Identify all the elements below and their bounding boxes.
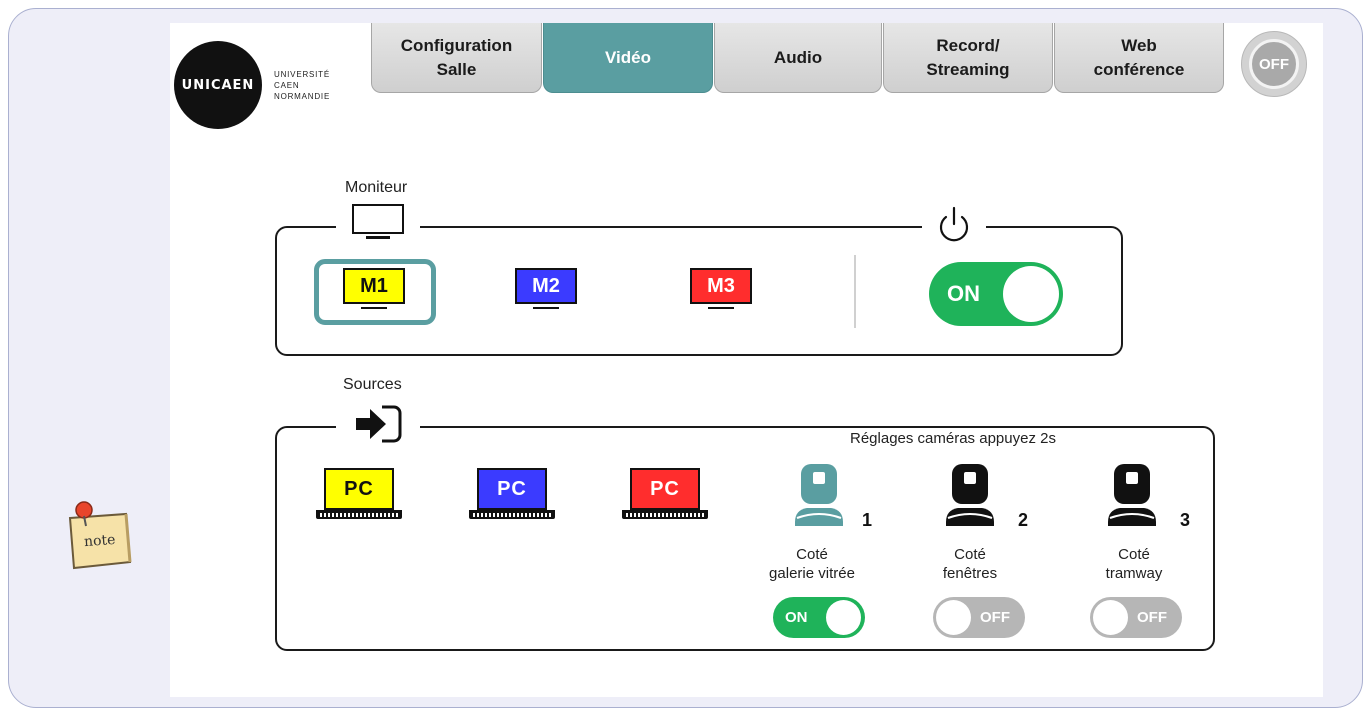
camera-hint-text: Réglages caméras appuyez 2s: [850, 429, 1056, 447]
monitor-stand: [361, 307, 387, 309]
logo-line: NORMANDIE: [274, 92, 331, 101]
tab-audio[interactable]: Audio: [714, 23, 882, 93]
sources-group: [275, 426, 1215, 651]
monitor-stand: [708, 307, 734, 309]
input-source-icon: [336, 402, 420, 446]
toggle-knob: [936, 600, 971, 635]
ptz-camera-icon: [795, 464, 843, 526]
monitor-m3-button[interactable]: M3: [690, 268, 752, 309]
monitor-m1-screen: M1: [343, 268, 405, 304]
tab-record-streaming[interactable]: Record/ Streaming: [883, 23, 1053, 93]
system-off-button[interactable]: OFF: [1241, 31, 1307, 97]
source-pc-2-button[interactable]: PC: [469, 468, 555, 519]
power-icon: [922, 204, 986, 244]
toggle-knob: [826, 600, 861, 635]
monitor-m3-screen: M3: [690, 268, 752, 304]
logo-line: UNIVERSITÉ: [274, 70, 331, 79]
toggle-knob: [1093, 600, 1128, 635]
ptz-camera-icon: [1108, 464, 1156, 526]
unicaen-logo: UNICAEN: [174, 41, 262, 129]
camera-3-number: 3: [1180, 510, 1191, 530]
camera-3-caption-line1: Coté: [1118, 546, 1150, 563]
camera-3-caption-line2: tramway: [1105, 565, 1163, 582]
camera-1-caption: Coté galerie vitrée: [748, 545, 876, 583]
note-label: note: [84, 532, 116, 550]
monitor-m3-label: M3: [707, 274, 735, 297]
monitor-m2-screen: M2: [515, 268, 577, 304]
logo-mark: UNICAEN: [181, 77, 255, 93]
sources-group-title: Sources: [343, 376, 402, 393]
camera-2-toggle[interactable]: OFF: [933, 597, 1025, 638]
tab-video[interactable]: Vidéo: [543, 23, 713, 93]
camera-2-number: 2: [1018, 510, 1029, 530]
camera-1-caption-line1: Coté: [796, 546, 828, 563]
camera-3-button[interactable]: [1104, 460, 1160, 532]
source-pc-3-button[interactable]: PC: [622, 468, 708, 519]
monitor-group-title: Moniteur: [345, 179, 408, 196]
tab-configuration-salle[interactable]: Configuration Salle: [371, 23, 542, 93]
ptz-camera-icon: [946, 464, 994, 526]
monitor-m1-button[interactable]: M1: [343, 268, 405, 309]
toggle-knob: [1003, 266, 1059, 322]
note-icon[interactable]: note: [66, 500, 134, 572]
pc-2-screen: PC: [477, 468, 547, 510]
laptop-keyboard: [316, 510, 402, 519]
toggle-on-label: ON: [947, 281, 980, 306]
monitor-m2-button[interactable]: M2: [515, 268, 577, 309]
off-label: OFF: [1249, 39, 1299, 89]
camera-2-caption-line1: Coté: [954, 546, 986, 563]
pc-3-screen: PC: [630, 468, 700, 510]
pc-3-label: PC: [650, 477, 680, 500]
camera-1-button[interactable]: [791, 460, 847, 532]
camera-2-button[interactable]: [942, 460, 998, 532]
toggle-off-label: OFF: [980, 609, 1010, 626]
camera-hint: Réglages caméras appuyez 2s: [842, 427, 1142, 449]
toggle-off-label: OFF: [1137, 609, 1167, 626]
pc-2-label: PC: [497, 477, 527, 500]
camera-1-number: 1: [862, 510, 873, 530]
laptop-keyboard: [469, 510, 555, 519]
camera-1-toggle[interactable]: ON: [773, 597, 865, 638]
logo-text: UNIVERSITÉ CAEN NORMANDIE: [274, 69, 330, 102]
laptop-keyboard: [622, 510, 708, 519]
monitor-stand: [533, 307, 559, 309]
monitor-power-toggle[interactable]: ON: [929, 262, 1063, 326]
monitor-m2-label: M2: [532, 274, 560, 297]
logo-line: CAEN: [274, 81, 300, 90]
tab-web-conference[interactable]: Web conférence: [1054, 23, 1224, 93]
camera-2-caption-line2: fenêtres: [942, 565, 998, 582]
pc-1-screen: PC: [324, 468, 394, 510]
toggle-on-label: ON: [785, 609, 808, 626]
monitor-m1-label: M1: [360, 274, 388, 297]
camera-1-caption-line2: galerie vitrée: [769, 565, 855, 582]
camera-3-caption: Coté tramway: [1074, 545, 1194, 583]
camera-2-caption: Coté fenêtres: [910, 545, 1030, 583]
source-pc-1-button[interactable]: PC: [316, 468, 402, 519]
monitor-icon: [336, 202, 420, 242]
camera-3-toggle[interactable]: OFF: [1090, 597, 1182, 638]
divider: [854, 255, 856, 328]
pc-1-label: PC: [344, 477, 374, 500]
